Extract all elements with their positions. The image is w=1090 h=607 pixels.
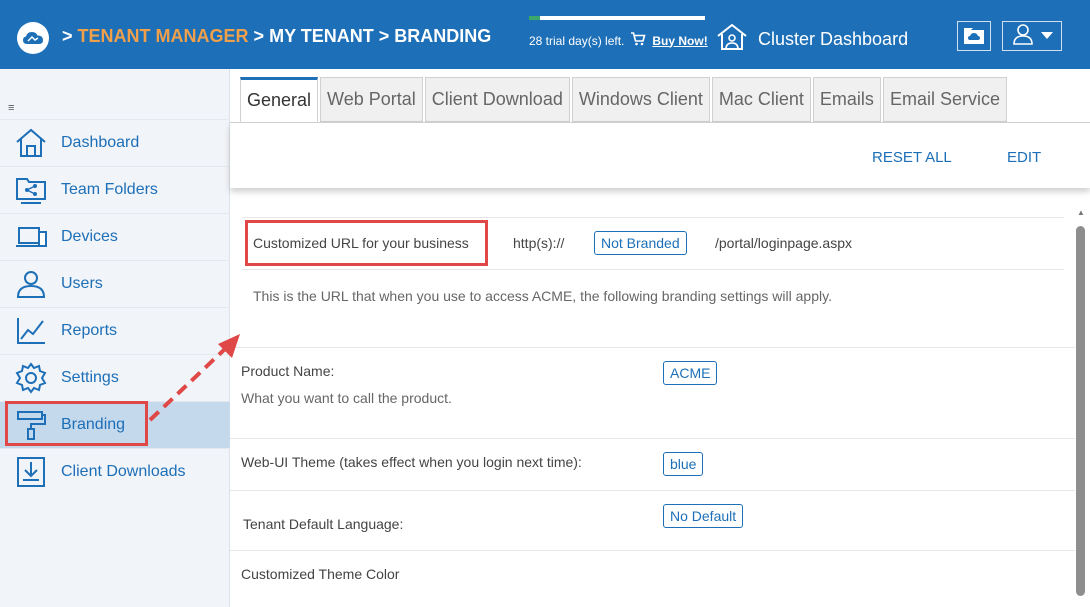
trial-progress-bar [529,16,705,20]
theme-color-label: Customized Theme Color [241,566,400,582]
breadcrumb-separator: > [62,26,73,46]
home-icon [14,126,48,160]
tab-web-portal[interactable]: Web Portal [320,77,423,122]
url-value-field[interactable]: Not Branded [594,231,687,255]
sidebar-item-label: Devices [61,228,118,245]
branding-highlight-box [5,401,148,446]
sidebar-item-label: Team Folders [61,181,158,198]
tab-general[interactable]: General [240,77,319,122]
user-menu-button[interactable] [1002,21,1062,51]
divider [242,269,1064,270]
divider [230,438,1075,439]
vertical-scrollbar[interactable]: ▲ [1075,208,1087,607]
chart-icon [14,314,48,348]
url-suffix: /portal/loginpage.aspx [715,235,852,251]
sidebar-item-label: Settings [61,369,119,386]
trial-days-text: 28 trial day(s) left. [529,33,625,48]
trial-progress-fill [529,16,540,20]
tab-mac-client[interactable]: Mac Client [711,77,811,122]
sidebar-item-label: Reports [61,322,118,339]
breadcrumb: > TENANT MANAGER > MY TENANT > BRANDING [62,26,491,47]
annotation-arrow-icon [148,334,240,422]
cluster-dashboard-label: Cluster Dashboard [758,29,909,49]
trial-status: 28 trial day(s) left. Buy Now! [529,16,708,49]
divider [230,490,1075,491]
download-icon [14,455,48,489]
share-folder-icon [14,173,48,207]
product-name-description: What you want to call the product. [241,390,452,406]
cluster-dashboard-link[interactable]: Cluster Dashboard [716,23,908,56]
devices-icon [14,220,48,254]
divider [242,217,1064,218]
users-icon [14,267,48,301]
language-label: Tenant Default Language: [243,516,404,532]
breadcrumb-separator: > [253,26,265,46]
top-header: > TENANT MANAGER > MY TENANT > BRANDING … [0,0,1090,69]
product-name-label: Product Name: [241,363,335,379]
tab-windows-client[interactable]: Windows Client [571,77,710,122]
reset-all-button[interactable]: RESET ALL [872,149,952,166]
breadcrumb-branding: BRANDING [394,26,492,46]
breadcrumb-separator: > [378,26,390,46]
toolbar: RESET ALL EDIT [230,122,1090,188]
tab-emails[interactable]: Emails [812,77,881,122]
branding-tabs: General Web Portal Client Download Windo… [240,77,1007,122]
tab-email-service[interactable]: Email Service [882,77,1007,122]
sidebar-item-client-downloads[interactable]: Client Downloads [0,448,230,495]
divider [230,550,1075,551]
gear-icon [14,361,48,395]
scrollbar-thumb[interactable] [1076,226,1085,596]
scroll-up-icon[interactable]: ▲ [1077,208,1085,217]
product-name-field[interactable]: ACME [663,361,718,385]
cloud-logo-icon[interactable] [17,22,49,54]
cluster-house-icon [716,23,748,56]
breadcrumb-tenant-manager[interactable]: TENANT MANAGER [78,26,249,46]
sidebar-item-label: Client Downloads [61,463,186,480]
cloud-folder-button[interactable] [957,21,991,51]
url-description: This is the URL that when you use to acc… [253,288,832,304]
divider [230,347,1075,348]
sidebar-collapse-icon[interactable]: ≡ [8,102,14,114]
sidebar-item-users[interactable]: Users [0,260,230,307]
url-highlight-box [245,220,488,266]
cart-icon[interactable] [630,32,646,49]
sidebar-item-label: Dashboard [61,134,140,151]
url-prefix: http(s):// [513,235,565,251]
edit-button[interactable]: EDIT [1007,149,1041,166]
theme-field[interactable]: blue [663,452,704,476]
sidebar-item-label: Users [61,275,103,292]
sidebar-item-team-folders[interactable]: Team Folders [0,166,230,213]
breadcrumb-my-tenant[interactable]: MY TENANT [269,26,374,46]
chevron-down-icon [1041,27,1053,45]
language-field[interactable]: No Default [663,504,744,528]
tab-client-download[interactable]: Client Download [424,77,570,122]
sidebar-item-devices[interactable]: Devices [0,213,230,260]
sidebar-item-dashboard[interactable]: Dashboard [0,119,230,166]
user-icon [1011,22,1035,51]
theme-label: Web-UI Theme (takes effect when you logi… [241,454,582,470]
buy-now-link[interactable]: Buy Now! [652,34,707,48]
